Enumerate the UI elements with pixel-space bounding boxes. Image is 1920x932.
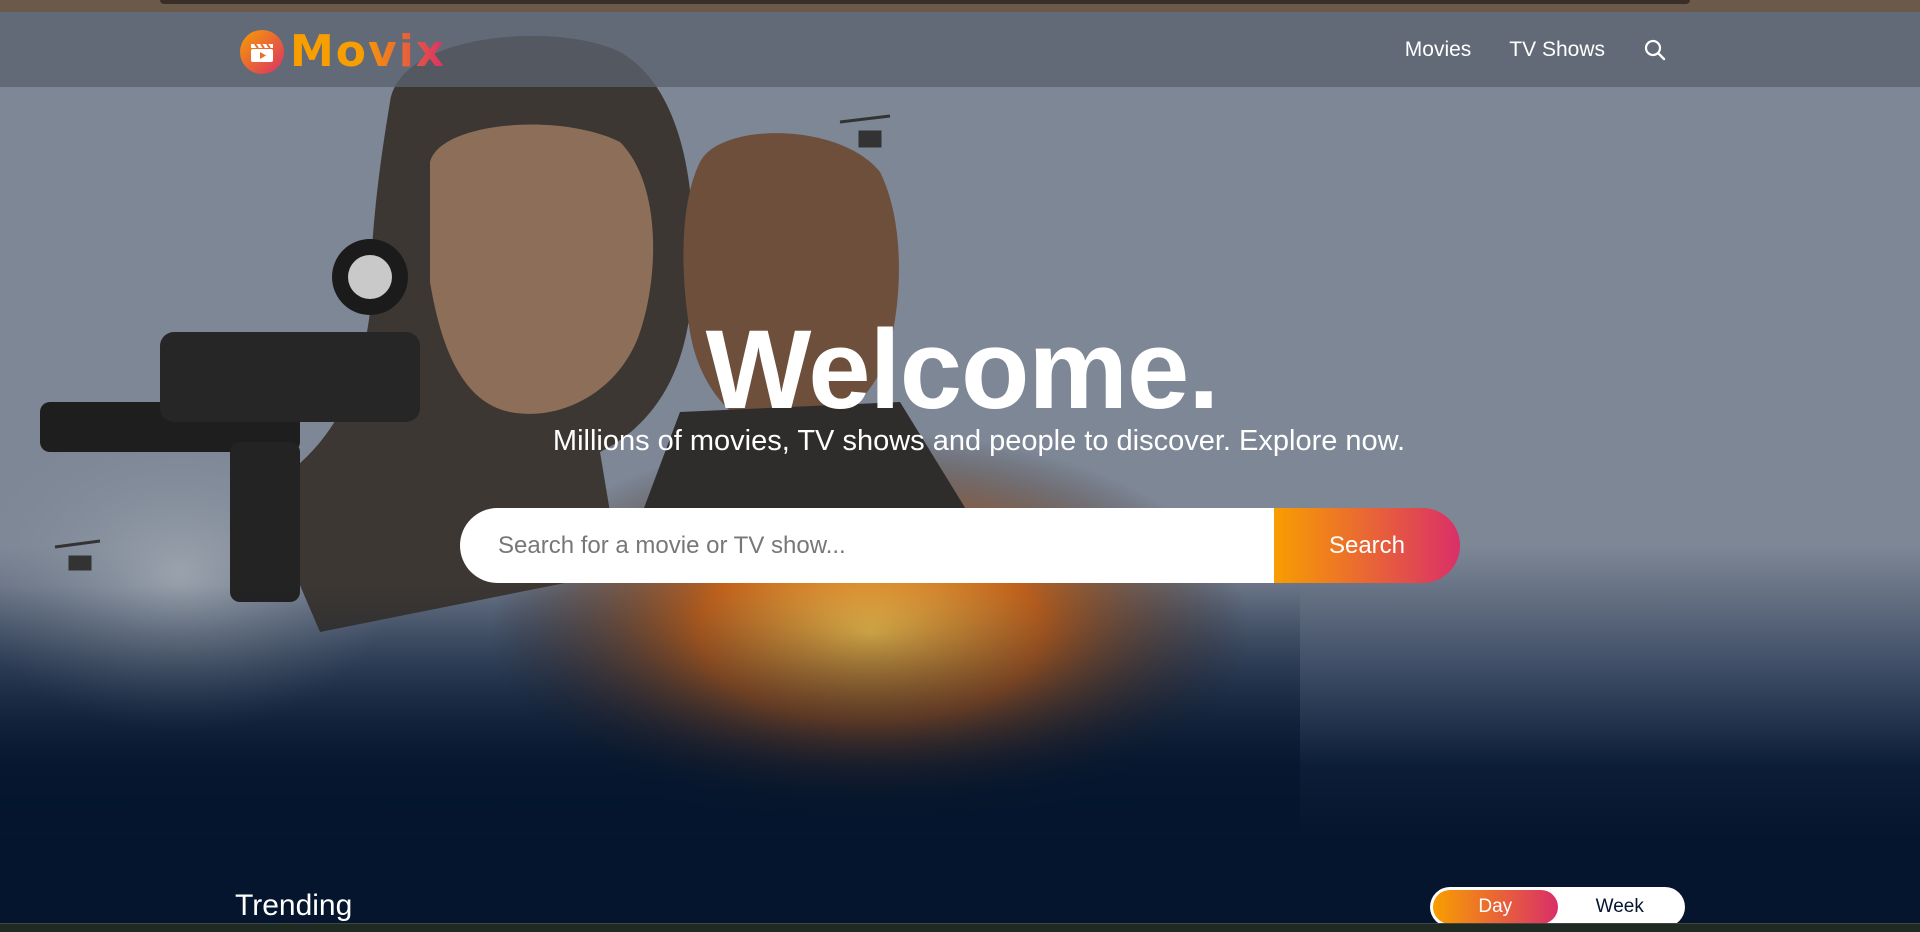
nav-movies[interactable]: Movies [1405, 38, 1472, 62]
search-icon[interactable] [1643, 38, 1667, 62]
top-navigation: Movix Movies TV Shows [0, 12, 1920, 87]
tab-week[interactable]: Week [1558, 890, 1683, 924]
tab-day[interactable]: Day [1433, 890, 1558, 924]
main-nav: Movies TV Shows [1405, 38, 1667, 62]
hero-subtitle: Millions of movies, TV shows and people … [552, 425, 1406, 457]
trending-time-switch: Day Week [1430, 887, 1685, 927]
search-button[interactable]: Search [1274, 508, 1460, 583]
hero-banner [0, 12, 1920, 932]
hero-title: Welcome. [705, 307, 1220, 432]
browser-bottom-strip [0, 923, 1920, 932]
browser-tab-bar [160, 0, 1690, 4]
site-logo[interactable]: Movix [240, 26, 446, 77]
clapperboard-icon [240, 29, 284, 74]
nav-tv-shows[interactable]: TV Shows [1509, 38, 1605, 62]
logo-wordmark: Movix [290, 26, 447, 77]
trending-heading: Trending [235, 889, 353, 922]
hero-search-bar: Search [460, 508, 1460, 583]
search-input[interactable] [460, 508, 1274, 583]
browser-top-strip [0, 0, 1920, 12]
